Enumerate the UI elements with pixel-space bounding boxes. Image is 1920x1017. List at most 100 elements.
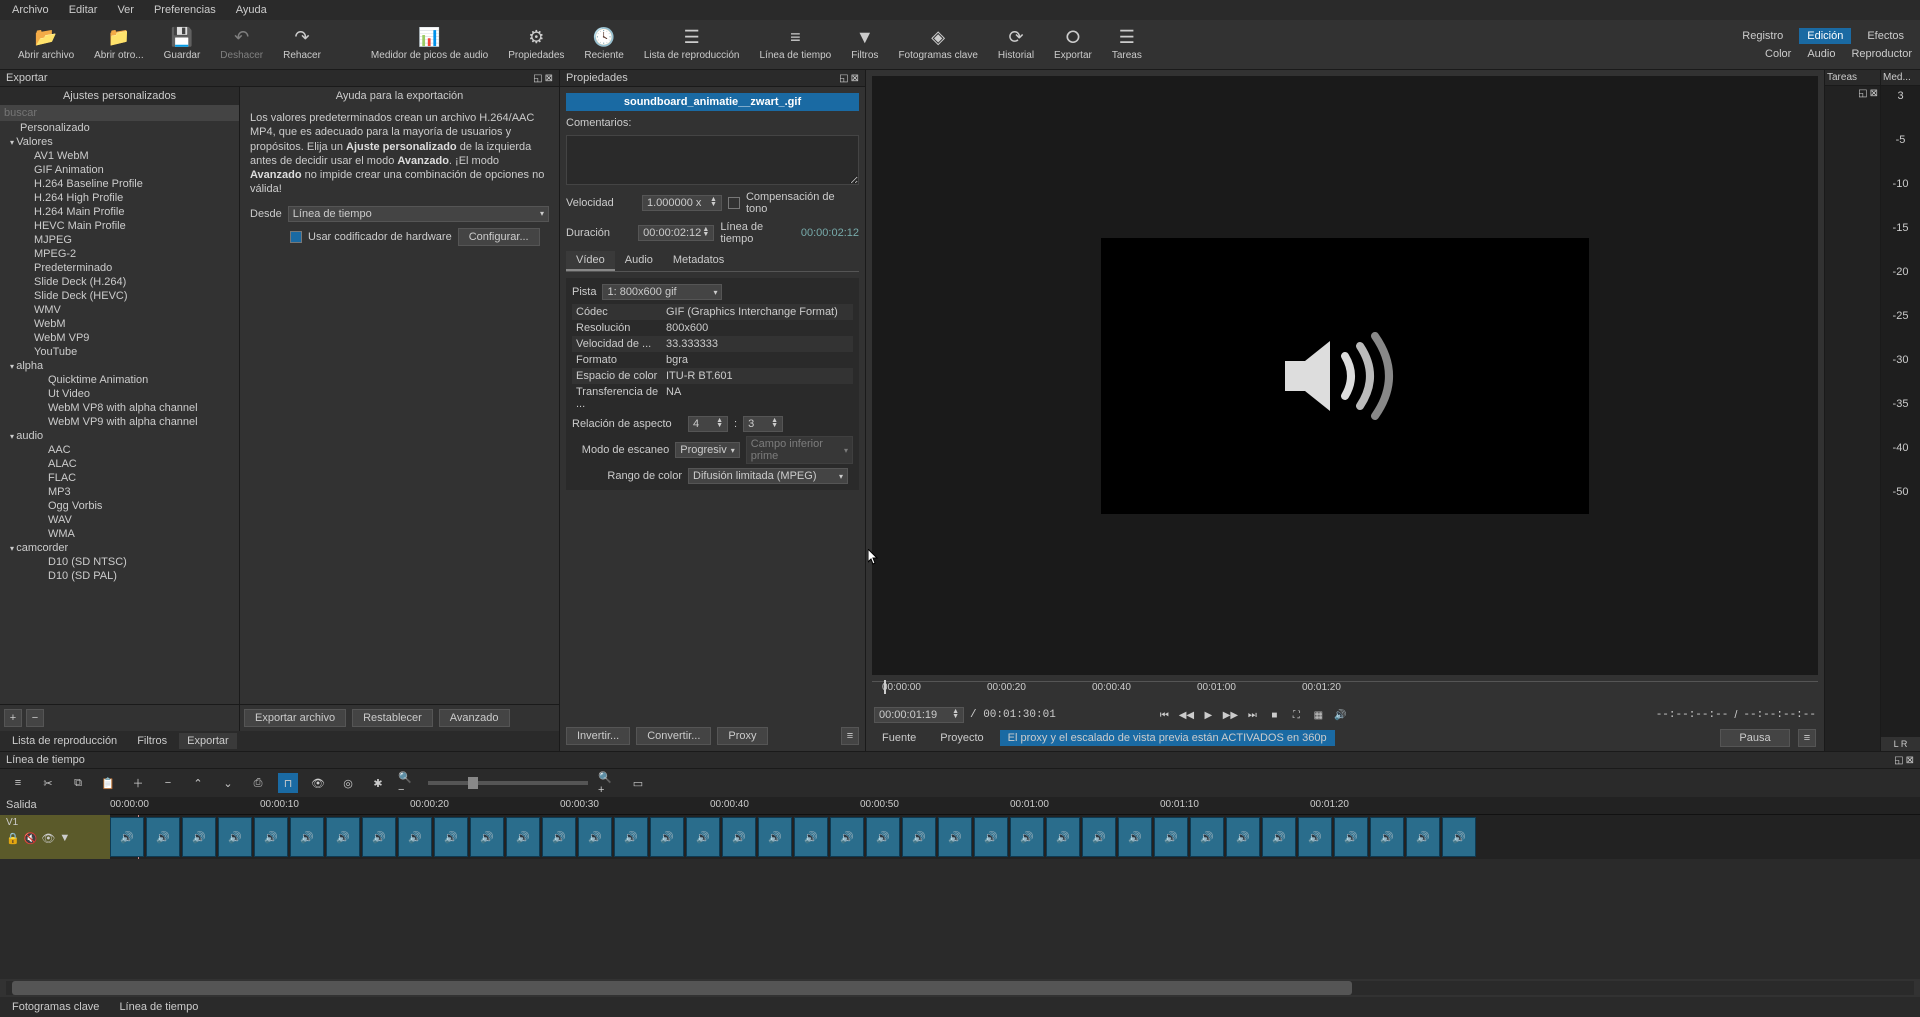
timeline-clip[interactable]: 🔊: [830, 817, 864, 857]
timeline-clip[interactable]: 🔊: [110, 817, 144, 857]
tab-video[interactable]: Vídeo: [566, 251, 615, 271]
lift-button[interactable]: ⌃: [188, 773, 208, 793]
subtab-audio[interactable]: Audio: [1807, 48, 1835, 60]
preset-item[interactable]: HEVC Main Profile: [0, 219, 239, 233]
range-select[interactable]: Difusión limitada (MPEG): [688, 468, 848, 484]
invert-button[interactable]: Invertir...: [566, 727, 630, 745]
close-icon[interactable]: ⊠: [1906, 755, 1914, 766]
filter-icon[interactable]: ▼: [59, 832, 70, 845]
close-icon[interactable]: ⊠: [851, 73, 859, 84]
track-header-v1[interactable]: V1 🔒 🔇 👁 ▼: [0, 815, 110, 859]
close-icon[interactable]: ⊠: [545, 73, 553, 84]
preset-item[interactable]: YouTube: [0, 345, 239, 359]
history-button[interactable]: ⟳Historial: [988, 24, 1044, 63]
jobs-button[interactable]: ☰Tareas: [1102, 24, 1152, 63]
preset-item[interactable]: D10 (SD NTSC): [0, 555, 239, 569]
copy-button[interactable]: ⧉: [68, 773, 88, 793]
close-icon[interactable]: ⊠: [1870, 88, 1878, 99]
duration-spinner[interactable]: 00:00:02:12▲▼: [638, 225, 714, 241]
preset-item[interactable]: AAC: [0, 443, 239, 457]
prev-frame-button[interactable]: ◀◀: [1178, 707, 1194, 723]
timeline-clip[interactable]: 🔊: [506, 817, 540, 857]
preset-search-input[interactable]: [0, 105, 239, 121]
zoom-button[interactable]: ⛶: [1288, 707, 1304, 723]
tab-timeline[interactable]: Línea de tiempo: [111, 999, 206, 1015]
preset-item[interactable]: D10 (SD PAL): [0, 569, 239, 583]
lock-icon[interactable]: 🔒: [6, 832, 20, 845]
timeline-clip[interactable]: 🔊: [1298, 817, 1332, 857]
rail-tasks-title[interactable]: Tareas: [1825, 70, 1880, 86]
preset-item[interactable]: WMA: [0, 527, 239, 541]
undock-icon[interactable]: ◱: [533, 73, 542, 84]
preset-item[interactable]: Ogg Vorbis: [0, 499, 239, 513]
undock-icon[interactable]: ◱: [1858, 88, 1867, 99]
preset-item[interactable]: FLAC: [0, 471, 239, 485]
open-other-button[interactable]: 📁Abrir otro...: [84, 24, 153, 63]
current-time-input[interactable]: 00:00:01:19▲▼: [874, 707, 964, 723]
undo-button[interactable]: ↶Deshacer: [210, 24, 273, 63]
timeline-clip[interactable]: 🔊: [938, 817, 972, 857]
snap-button[interactable]: ⊓: [278, 773, 298, 793]
preset-custom[interactable]: Personalizado: [0, 121, 239, 135]
preset-cat-camcorder[interactable]: camcorder: [0, 541, 239, 555]
timeline-clip[interactable]: 🔊: [1226, 817, 1260, 857]
menu-editar[interactable]: Editar: [65, 2, 102, 18]
preset-item[interactable]: WebM VP8 with alpha channel: [0, 401, 239, 415]
timeline-clip[interactable]: 🔊: [182, 817, 216, 857]
preset-item[interactable]: H.264 Main Profile: [0, 205, 239, 219]
preset-cat-valores[interactable]: Valores: [0, 135, 239, 149]
timeline-clip[interactable]: 🔊: [542, 817, 576, 857]
preset-item[interactable]: MPEG-2: [0, 247, 239, 261]
reset-button[interactable]: Restablecer: [352, 709, 433, 727]
timeline-clip[interactable]: 🔊: [1406, 817, 1440, 857]
timeline-clip[interactable]: 🔊: [686, 817, 720, 857]
preset-remove-button[interactable]: −: [26, 709, 44, 727]
cut-button[interactable]: ✂: [38, 773, 58, 793]
hscroll-thumb[interactable]: [12, 981, 1352, 995]
subtab-reproductor[interactable]: Reproductor: [1851, 48, 1912, 60]
timeline-clip[interactable]: 🔊: [398, 817, 432, 857]
preset-item[interactable]: H.264 High Profile: [0, 191, 239, 205]
timeline-clip[interactable]: 🔊: [254, 817, 288, 857]
timeline-track-v1[interactable]: 🔊🔊🔊🔊🔊🔊🔊🔊🔊🔊🔊🔊🔊🔊🔊🔊🔊🔊🔊🔊🔊🔊🔊🔊🔊🔊🔊🔊🔊🔊🔊🔊🔊🔊🔊🔊🔊🔊: [110, 815, 1920, 859]
timeline-clip[interactable]: 🔊: [902, 817, 936, 857]
tab-registro[interactable]: Registro: [1734, 28, 1791, 44]
overwrite-button[interactable]: ⌄: [218, 773, 238, 793]
ripple-button[interactable]: ◎: [338, 773, 358, 793]
menu-ver[interactable]: Ver: [113, 2, 138, 18]
properties-button[interactable]: ⚙Propiedades: [498, 24, 574, 63]
timeline-empty-area[interactable]: [0, 859, 1920, 979]
tab-filters[interactable]: Filtros: [129, 733, 175, 749]
recent-button[interactable]: 🕓Reciente: [574, 24, 633, 63]
timeline-clip[interactable]: 🔊: [290, 817, 324, 857]
advanced-button[interactable]: Avanzado: [439, 709, 510, 727]
timeline-clip[interactable]: 🔊: [326, 817, 360, 857]
menu-ayuda[interactable]: Ayuda: [232, 2, 271, 18]
timeline-clip[interactable]: 🔊: [1370, 817, 1404, 857]
timeline-clip[interactable]: 🔊: [974, 817, 1008, 857]
export-file-button[interactable]: Exportar archivo: [244, 709, 346, 727]
aspect-w-spinner[interactable]: 4▲▼: [688, 416, 728, 432]
paste-button[interactable]: 📋: [98, 773, 118, 793]
preview-menu-button[interactable]: ≡: [1798, 729, 1816, 747]
filters-button[interactable]: ▼Filtros: [841, 24, 888, 63]
zoom-out-button[interactable]: 🔍−: [398, 773, 418, 793]
preset-item[interactable]: AV1 WebM: [0, 149, 239, 163]
preset-item[interactable]: ALAC: [0, 457, 239, 471]
preset-tree[interactable]: Personalizado Valores AV1 WebMGIF Animat…: [0, 121, 239, 704]
eye-icon[interactable]: 👁: [41, 832, 55, 845]
peak-meter-button[interactable]: 📊Medidor de picos de audio: [361, 24, 498, 63]
timeline-clip[interactable]: 🔊: [1082, 817, 1116, 857]
playlist-button[interactable]: ☰Lista de reproducción: [634, 24, 750, 63]
preset-cat-alpha[interactable]: alpha: [0, 359, 239, 373]
timeline-clip[interactable]: 🔊: [434, 817, 468, 857]
comments-textarea[interactable]: [566, 135, 859, 185]
undock-icon[interactable]: ◱: [839, 73, 848, 84]
timeline-clip[interactable]: 🔊: [1118, 817, 1152, 857]
timeline-clip[interactable]: 🔊: [218, 817, 252, 857]
timeline-clip[interactable]: 🔊: [1442, 817, 1476, 857]
rail-meter-title[interactable]: Med...: [1881, 70, 1920, 86]
open-file-button[interactable]: 📂Abrir archivo: [8, 24, 84, 63]
split-button[interactable]: ⎙: [248, 773, 268, 793]
timeline-clip[interactable]: 🔊: [758, 817, 792, 857]
